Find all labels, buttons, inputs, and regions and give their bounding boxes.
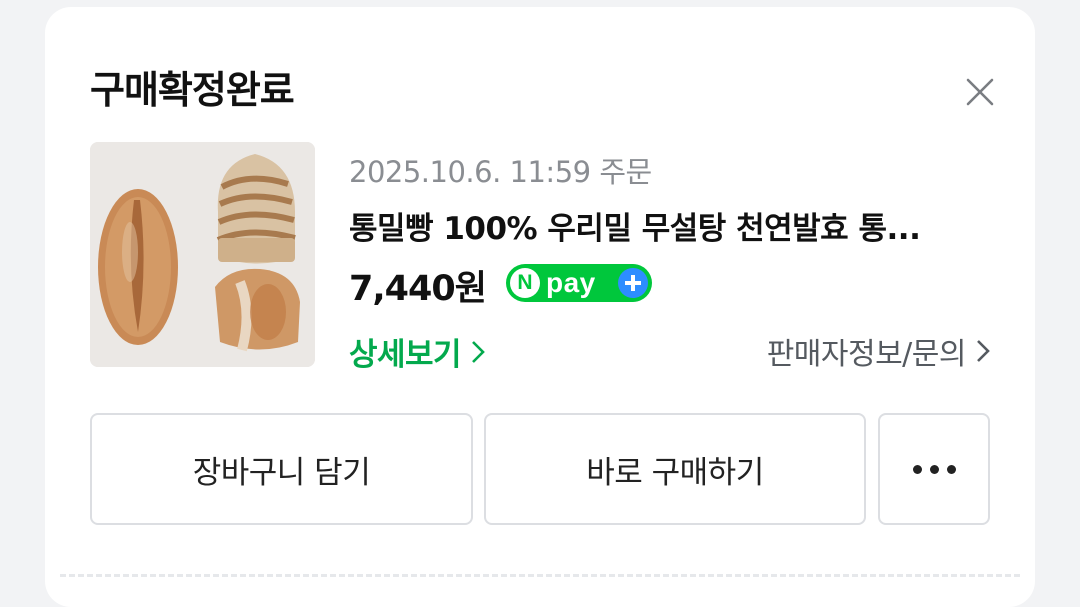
close-button[interactable]	[955, 67, 1005, 117]
dialog-title: 구매확정완료	[90, 68, 295, 112]
seller-info-label: 판매자정보/문의	[766, 337, 967, 372]
more-options-button[interactable]	[878, 413, 990, 525]
add-to-cart-label: 장바구니 담기	[192, 454, 371, 491]
add-to-cart-button[interactable]: 장바구니 담기	[90, 413, 473, 525]
order-date: 2025.10.6. 11:59 주문	[349, 155, 652, 189]
seller-info-link[interactable]: 판매자정보/문의	[767, 329, 990, 373]
plus-icon	[618, 268, 648, 298]
detail-link[interactable]: 상세보기	[349, 329, 485, 374]
more-icon	[912, 464, 956, 474]
card-divider	[60, 574, 1020, 577]
buy-now-label: 바로 구매하기	[586, 454, 764, 491]
npay-n-logo: N	[510, 268, 540, 298]
detail-link-label: 상세보기	[349, 337, 462, 373]
npay-label: pay	[546, 267, 596, 298]
product-price: 7,440원	[349, 269, 487, 309]
buy-now-button[interactable]: 바로 구매하기	[484, 413, 866, 525]
chevron-right-icon	[472, 340, 485, 363]
product-name[interactable]: 통밀빵 100% 우리밀 무설탕 천연발효 통...	[349, 203, 969, 248]
purchase-confirm-card: 구매확정완료 2025.10.6. 11:59 주문 통밀빵 100% 우리밀 …	[45, 7, 1035, 607]
bread-thumbnail	[90, 142, 315, 367]
npay-plus-badge: N pay	[506, 264, 652, 302]
chevron-right-icon	[977, 340, 990, 362]
product-thumbnail[interactable]	[90, 142, 315, 367]
close-icon	[966, 78, 994, 106]
